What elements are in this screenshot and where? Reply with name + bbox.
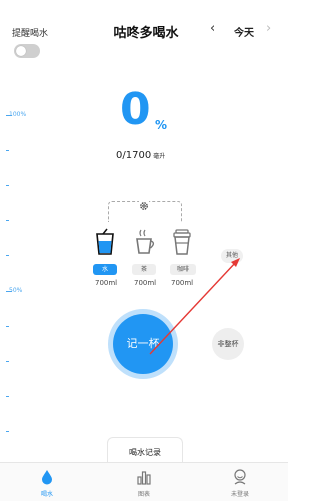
tab-label: 图表 xyxy=(137,491,150,498)
tab-chart[interactable]: 图表 xyxy=(124,463,164,501)
water-drop-icon xyxy=(40,469,54,489)
bar-chart-icon xyxy=(137,469,151,489)
tab-label: 未登录 xyxy=(230,491,249,498)
tab-label: 喝水 xyxy=(40,491,53,498)
annotation-arrow xyxy=(149,258,240,355)
user-icon xyxy=(233,469,247,489)
tab-account[interactable]: 未登录 xyxy=(220,463,260,501)
tab-drink-water[interactable]: 喝水 xyxy=(27,463,67,501)
water-log-tab[interactable]: 喝水记录 xyxy=(107,437,183,464)
bottom-tab-bar: 喝水 图表 未登录 xyxy=(0,462,288,501)
